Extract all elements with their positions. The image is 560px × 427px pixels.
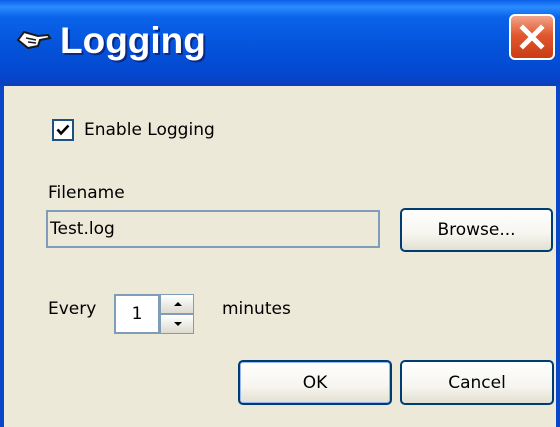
logging-dialog: Logging Enable Logging Filename Browse..… bbox=[0, 0, 560, 427]
close-button[interactable] bbox=[509, 14, 555, 60]
interval-input[interactable]: 1 bbox=[114, 294, 160, 334]
arrow-up-icon bbox=[174, 302, 182, 306]
close-icon bbox=[519, 24, 545, 50]
cancel-button-label: Cancel bbox=[448, 372, 506, 393]
checkmark-icon bbox=[56, 124, 70, 136]
title-bar[interactable]: Logging bbox=[0, 0, 560, 86]
cancel-button[interactable]: Cancel bbox=[400, 360, 554, 405]
enable-logging-checkbox[interactable] bbox=[52, 119, 74, 141]
filename-label: Filename bbox=[48, 183, 125, 203]
spin-down-button[interactable] bbox=[160, 314, 194, 334]
ok-button-label: OK bbox=[302, 372, 328, 393]
pointing-hand-icon bbox=[14, 26, 54, 56]
arrow-down-icon bbox=[174, 322, 182, 326]
every-label: Every bbox=[48, 299, 97, 319]
browse-button[interactable]: Browse... bbox=[400, 208, 553, 252]
window-title: Logging bbox=[60, 20, 206, 61]
window-frame-left bbox=[0, 86, 4, 427]
enable-logging-label[interactable]: Enable Logging bbox=[84, 117, 215, 143]
ok-button[interactable]: OK bbox=[238, 360, 392, 405]
browse-button-label: Browse... bbox=[437, 220, 516, 240]
minutes-label: minutes bbox=[222, 299, 291, 319]
spin-up-button[interactable] bbox=[160, 294, 194, 314]
filename-field[interactable] bbox=[46, 210, 380, 248]
window-frame-right bbox=[556, 86, 560, 427]
